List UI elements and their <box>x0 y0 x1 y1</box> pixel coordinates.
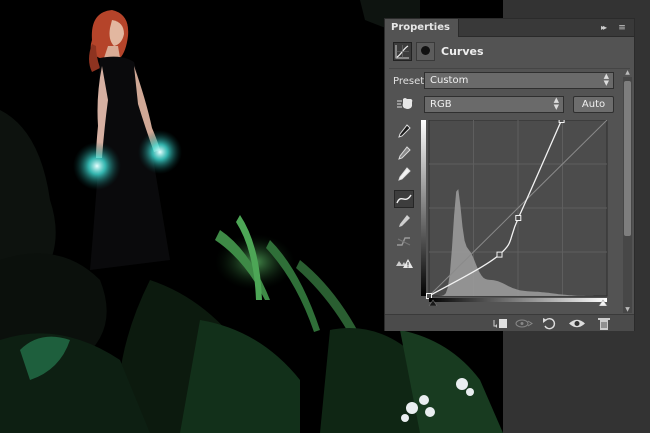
select-arrows-icon: ▲ ▼ <box>603 72 609 87</box>
sample-black-point-icon[interactable] <box>394 122 414 140</box>
divider <box>389 68 630 69</box>
layer-mask-icon[interactable] <box>416 42 435 61</box>
tab-properties[interactable]: Properties <box>385 19 459 37</box>
sample-white-point-icon[interactable] <box>394 165 414 183</box>
curve-pencil-icon[interactable] <box>394 212 414 230</box>
channel-select[interactable]: RGB ▲ ▼ <box>424 96 564 113</box>
scroll-down-icon[interactable]: ▼ <box>623 306 632 314</box>
toggle-visibility-icon[interactable] <box>566 316 588 331</box>
clipping-warning-icon[interactable] <box>394 254 414 272</box>
properties-panel: Properties ▸▸ ≡ Curves Preset: Custom ▲ ▼… <box>384 18 635 331</box>
scroll-up-icon[interactable]: ▲ <box>623 69 632 77</box>
preset-select[interactable]: Custom ▲ ▼ <box>424 72 614 89</box>
channel-value: RGB <box>430 99 452 110</box>
preset-label: Preset: <box>393 76 428 87</box>
view-previous-state-icon[interactable] <box>513 316 535 331</box>
delete-adjustment-icon[interactable] <box>593 316 615 331</box>
select-arrows-icon: ▲ ▼ <box>553 96 559 111</box>
sample-gray-point-icon[interactable] <box>394 144 414 162</box>
curves-adjustment-icon[interactable] <box>393 42 412 61</box>
adjustment-title: Curves <box>441 45 484 58</box>
curves-graph[interactable] <box>421 120 609 306</box>
collapse-panel-icon[interactable]: ▸▸ <box>596 21 610 35</box>
output-gradient-bar <box>421 120 426 296</box>
panel-title-bar[interactable]: Properties ▸▸ ≡ <box>385 19 634 37</box>
smooth-curve-icon[interactable] <box>394 233 414 251</box>
curve-control-point[interactable] <box>515 215 522 221</box>
curve-control-point[interactable] <box>426 293 432 299</box>
preset-value: Custom <box>430 75 469 86</box>
clip-to-layer-icon[interactable] <box>489 316 511 331</box>
curve-edit-points-icon[interactable] <box>394 190 414 208</box>
adjustment-header: Curves <box>385 38 634 66</box>
scrollbar-thumb[interactable] <box>624 81 631 236</box>
input-gradient-bar <box>429 298 607 302</box>
curve-control-point[interactable] <box>558 120 565 123</box>
target-adjust-hand-icon[interactable] <box>396 96 414 110</box>
panel-footer <box>385 314 634 331</box>
reset-adjustment-icon[interactable] <box>539 316 561 331</box>
auto-button[interactable]: Auto <box>573 96 614 113</box>
curve-control-point[interactable] <box>496 251 503 258</box>
panel-menu-icon[interactable]: ≡ <box>614 21 630 35</box>
